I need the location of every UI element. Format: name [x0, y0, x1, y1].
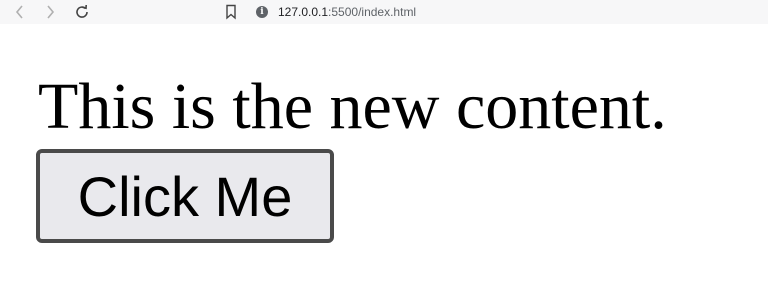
url-text[interactable]: 127.0.0.1:5500/index.html [278, 5, 416, 19]
url-path: :5500/index.html [328, 5, 417, 19]
browser-toolbar: i 127.0.0.1:5500/index.html [0, 0, 768, 24]
page-content: This is the new content. [38, 66, 667, 148]
address-bar[interactable]: i 127.0.0.1:5500/index.html [256, 0, 416, 24]
info-icon[interactable]: i [256, 6, 268, 18]
bookmark-icon[interactable] [221, 2, 241, 22]
back-icon[interactable] [10, 2, 30, 22]
forward-icon[interactable] [40, 2, 60, 22]
click-me-button[interactable]: Click Me [36, 149, 334, 243]
reload-icon[interactable] [72, 2, 92, 22]
url-host: 127.0.0.1 [278, 5, 329, 19]
page-heading: This is the new content. [38, 70, 667, 143]
